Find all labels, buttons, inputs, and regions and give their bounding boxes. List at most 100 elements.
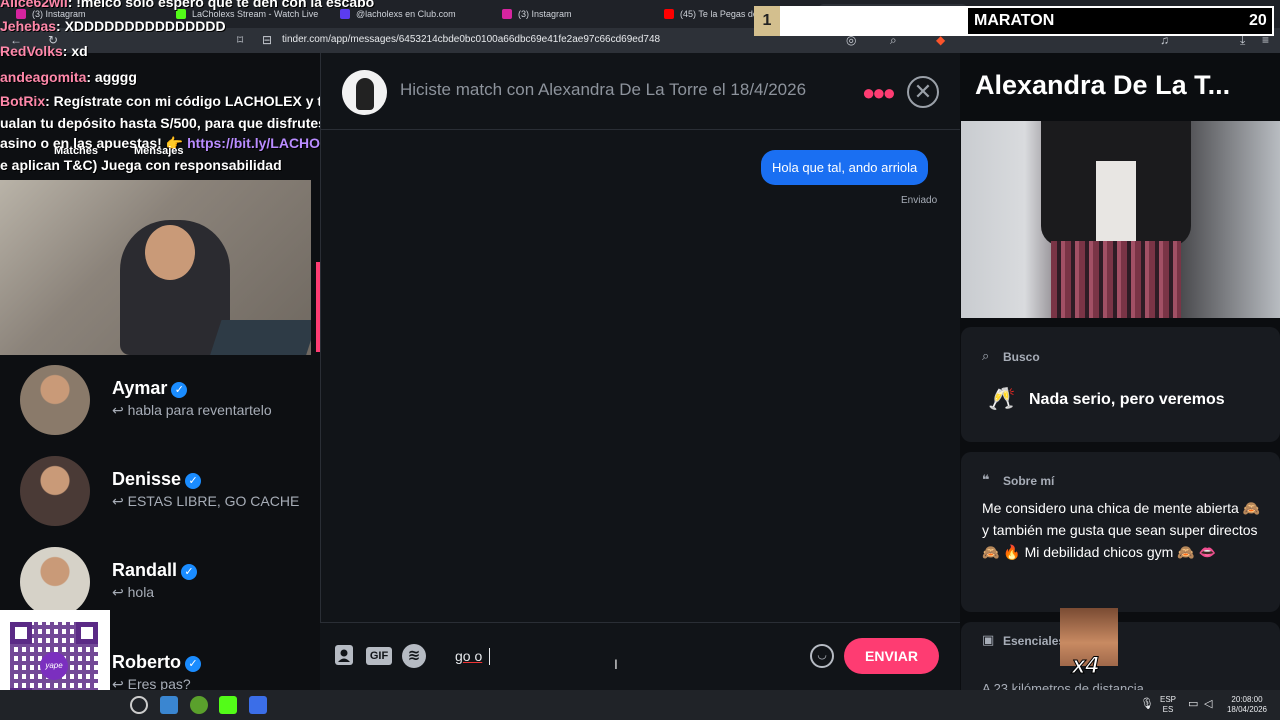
match-name-text: Aymar	[112, 378, 168, 398]
chat-message-text: : !melco solo espero que te den con la e…	[67, 0, 375, 10]
site-info-icon[interactable]: ⊟	[262, 33, 272, 47]
message-input-value: go o	[455, 648, 483, 664]
chat-message-text: : Regístrate con mi código LACHOLEX y te	[45, 93, 330, 109]
network-icon[interactable]: ▭	[1188, 697, 1198, 710]
avatar[interactable]	[20, 547, 90, 617]
bookmark-icon[interactable]: ⌑	[237, 33, 243, 47]
cheers-icon: 🥂	[988, 386, 1016, 411]
match-name: Roberto ✓	[112, 652, 201, 673]
yape-logo: yape	[40, 652, 68, 680]
taskbar-app-icon[interactable]	[219, 696, 237, 714]
meme-multiplier: x4	[1072, 652, 1100, 680]
stream-chat-line: ualan tu depósito hasta S/500, para que …	[0, 115, 362, 131]
stream-chat-line: Alice62wil: !melco solo espero que te de…	[0, 0, 374, 10]
chat-message-text: : xd	[62, 43, 88, 59]
match-name: Denisse ✓	[112, 469, 202, 490]
chat-username: Alice62wil	[0, 0, 68, 10]
id-card-icon: ▣	[982, 632, 995, 647]
chat-username: BotRix	[0, 93, 46, 109]
last-message-text: ESTAS LIBRE, GO CACHE	[127, 493, 300, 509]
match-name-text: Roberto	[112, 652, 181, 672]
reply-icon: ↩	[112, 493, 128, 509]
stream-chat-line: andeagomita: agggg	[0, 69, 137, 85]
streamer-head	[145, 225, 195, 280]
taskbar-app-icon[interactable]	[130, 696, 148, 714]
match-name: Randall ✓	[112, 560, 198, 581]
maraton-count: 20	[1249, 12, 1267, 29]
tab-favicon-icon	[664, 9, 674, 19]
tab-favicon-icon	[340, 9, 350, 19]
gif-button[interactable]: GIF	[366, 647, 392, 665]
taskbar-app-icon[interactable]	[249, 696, 267, 714]
chat-username: RedVolks	[0, 43, 63, 59]
chat-panel	[320, 53, 960, 690]
stream-chat-line: Jehebas: XDDDDDDDDDDDDDDD	[0, 18, 226, 34]
chat-username: andeagomita	[0, 69, 87, 85]
volume-icon[interactable]: ◁	[1204, 697, 1212, 710]
avatar[interactable]	[20, 456, 90, 526]
last-message: ↩ habla para reventartelo	[112, 402, 272, 419]
tab-matches[interactable]: Matches	[54, 145, 98, 157]
profile-photo[interactable]	[961, 121, 1280, 318]
reply-icon: ↩	[112, 584, 128, 600]
looking-for-card	[961, 327, 1280, 442]
close-icon[interactable]: ✕	[907, 76, 939, 108]
match-list-item[interactable]: Denisse ✓ ↩ ESTAS LIBRE, GO CACHE	[20, 456, 310, 536]
distance-text: A 23 kilómetros de distancia	[982, 681, 1144, 690]
match-avatar[interactable]	[342, 70, 387, 115]
distance-row: A 23 kilómetros de distancia	[982, 680, 1272, 690]
taskbar-app-icon[interactable]	[160, 696, 178, 714]
about-label: Sobre mí	[1003, 474, 1055, 488]
tab-label: @lacholexs en Club.com	[356, 9, 456, 19]
more-options-icon[interactable]: ●●●	[862, 80, 896, 106]
chat-message-text: ualan tu depósito hasta S/500, para que …	[0, 115, 362, 131]
essentials-label: Esenciales	[1003, 634, 1066, 648]
last-message-text: habla para reventartelo	[127, 402, 272, 418]
text-caret	[489, 648, 490, 665]
stream-chat-line: BotRix: Regístrate con mi código LACHOLE…	[0, 93, 330, 109]
qr-corner	[10, 622, 32, 644]
tab-favicon-icon	[502, 9, 512, 19]
laptop	[208, 320, 311, 355]
photo-shirt	[1096, 161, 1136, 241]
profile-name: Alexandra De La T...	[975, 70, 1231, 100]
spotify-icon[interactable]: ≋	[402, 644, 426, 668]
message-input[interactable]: go o	[455, 648, 482, 664]
microphone-icon[interactable]: 🎙	[1140, 697, 1154, 710]
ibeam-cursor: I	[614, 656, 618, 672]
match-name-text: Denisse	[112, 469, 182, 489]
last-message: ↩ hola	[112, 584, 154, 601]
reply-icon: ↩	[112, 402, 128, 418]
tab-messages[interactable]: Mensajes	[134, 145, 184, 157]
verified-icon: ✓	[181, 564, 198, 580]
taskbar-app-icon[interactable]	[190, 696, 208, 714]
match-list-item[interactable]: Aymar ✓ ↩ habla para reventartelo	[20, 365, 310, 445]
clock[interactable]: 20:08:00 18/04/2026	[1222, 695, 1272, 715]
maraton-title: MARATON	[974, 12, 1055, 29]
about-text: Me considero una chica de mente abierta …	[982, 500, 1261, 560]
chat-username: Jehebas	[0, 18, 57, 34]
looking-for-value: Nada serio, pero veremos	[1029, 391, 1225, 408]
verified-icon: ✓	[171, 382, 188, 398]
photo-skirt	[1051, 241, 1181, 318]
browser-tab[interactable]: (3) Instagram	[496, 4, 646, 24]
chat-message-text: e aplican T&C) Juega con responsabilidad	[0, 157, 282, 173]
chat-message-text: : agggg	[86, 69, 137, 85]
maraton-rank: 1	[754, 6, 780, 36]
match-name: Aymar ✓	[112, 378, 188, 399]
message-status: Enviado	[901, 195, 938, 206]
match-name-text: Randall	[112, 560, 178, 580]
search-icon: ⌕	[982, 348, 990, 363]
send-button[interactable]: ENVIAR	[844, 638, 939, 674]
last-message: ↩ ESTAS LIBRE, GO CACHE	[112, 493, 299, 510]
stream-chat-line: RedVolks: xd	[0, 43, 88, 59]
avatar[interactable]	[20, 365, 90, 435]
looking-for-label: Busco	[1003, 350, 1040, 364]
quote-icon: ❝	[982, 472, 990, 487]
verified-icon: ✓	[185, 473, 202, 489]
emoji-icon[interactable]: ◡	[810, 644, 834, 668]
contact-card-icon[interactable]	[332, 644, 356, 668]
language-indicator[interactable]: ESP ES	[1160, 695, 1176, 715]
match-info: Hiciste match con Alexandra De La Torre …	[400, 80, 807, 99]
url-field[interactable]: tinder.com/app/messages/6453214cbde0bc01…	[282, 34, 660, 45]
